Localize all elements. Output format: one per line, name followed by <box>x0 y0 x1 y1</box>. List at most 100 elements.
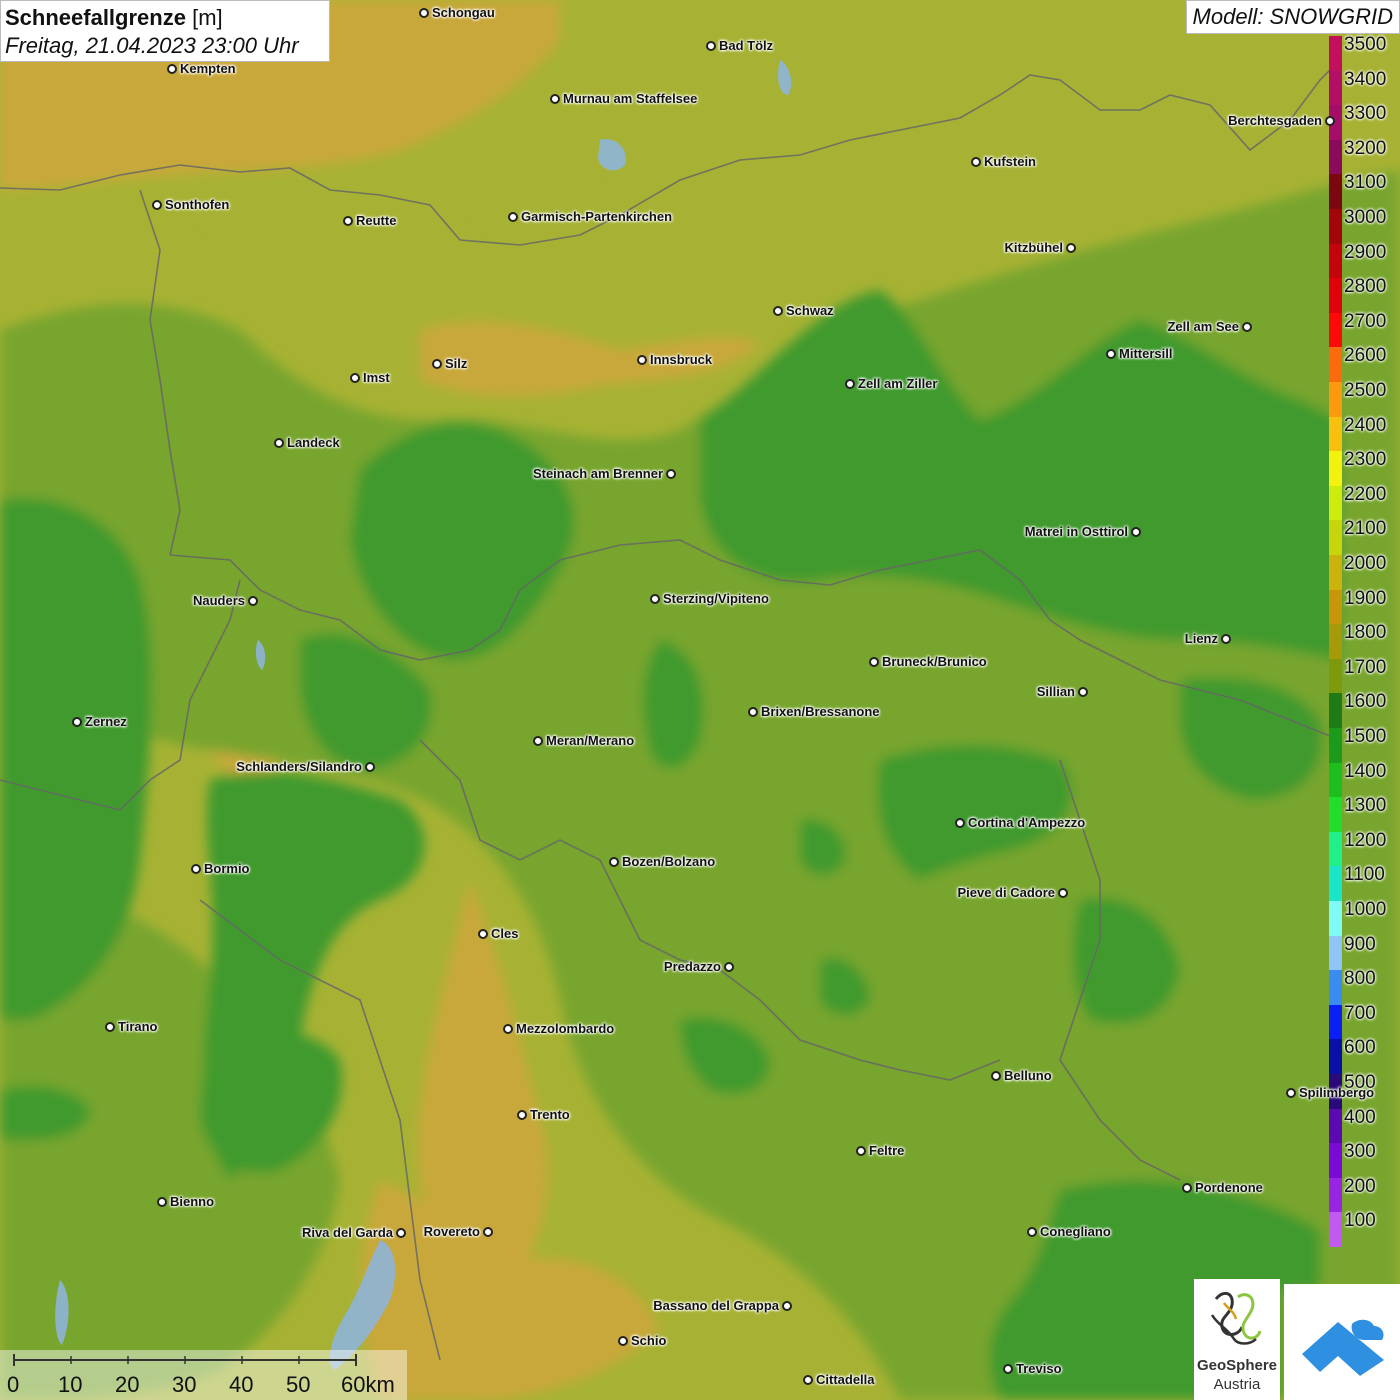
city-name: Bad Tölz <box>719 38 774 53</box>
legend-label-2000: 2000 <box>1344 553 1387 574</box>
scale-label-20: 20 <box>115 1372 140 1397</box>
city-dot-icon <box>274 438 284 448</box>
legend-swatch-1300 <box>1329 797 1342 833</box>
city-name: Schongau <box>432 5 495 20</box>
model-label: Modell: SNOWGRID <box>1185 0 1400 34</box>
city-dot-icon <box>191 864 201 874</box>
city-dot-icon <box>1066 243 1076 253</box>
legend-label-1100: 1100 <box>1344 864 1385 886</box>
legend-label-1300: 1300 <box>1344 795 1387 817</box>
city-dot-icon <box>955 818 965 828</box>
legend-label-3400: 3400 <box>1344 68 1387 90</box>
city-dot-icon <box>1106 349 1116 359</box>
title-box: Schneefallgrenze [m] Freitag, 21.04.2023… <box>0 0 330 62</box>
legend-label-2500: 2500 <box>1344 380 1387 401</box>
legend-swatch-1200 <box>1329 831 1342 867</box>
city-dot-icon <box>637 355 647 365</box>
legend-swatch-2900 <box>1329 243 1342 279</box>
scale-label-0: 0 <box>7 1372 20 1397</box>
city-dot-icon <box>350 373 360 383</box>
app-logo[interactable] <box>1284 1284 1400 1400</box>
city-dot-icon <box>343 216 353 226</box>
city-dot-icon <box>782 1301 792 1311</box>
city-dot-icon <box>550 94 560 104</box>
legend-label-2600: 2600 <box>1344 345 1387 367</box>
city-name: Mittersill <box>1119 346 1173 361</box>
legend-swatch-300 <box>1329 1143 1342 1179</box>
city-dot-icon <box>105 1022 115 1032</box>
city-name: Zell am See <box>1167 319 1239 334</box>
city-dot-icon <box>419 8 429 18</box>
geosphere-line1: GeoSphere <box>1196 1357 1278 1374</box>
city-name: Predazzo <box>663 959 721 974</box>
city-name: Belluno <box>1004 1068 1052 1083</box>
legend-label-3200: 3200 <box>1344 137 1387 159</box>
legend-label-300: 300 <box>1344 1141 1376 1163</box>
city-dot-icon <box>803 1375 813 1385</box>
city-dot-icon <box>1286 1088 1296 1098</box>
city-dot-icon <box>706 41 716 51</box>
city-name: Zernez <box>85 714 127 729</box>
city-name: Meran/Merano <box>546 733 635 748</box>
legend-swatch-2300 <box>1329 451 1342 487</box>
legend-label-900: 900 <box>1344 933 1376 955</box>
city-dot-icon <box>1325 116 1335 126</box>
city-dot-icon <box>432 359 442 369</box>
city-dot-icon <box>1078 687 1088 697</box>
scale-label-50: 50 <box>286 1372 311 1397</box>
city-name: Silz <box>445 356 468 371</box>
legend-label-2100: 2100 <box>1344 518 1387 540</box>
city-name: Imst <box>363 370 390 385</box>
city-name: Innsbruck <box>650 352 713 367</box>
legend-swatch-3000 <box>1329 209 1342 245</box>
legend-swatch-2700 <box>1329 312 1342 348</box>
geosphere-logo[interactable]: GeoSphere Austria <box>1194 1279 1280 1400</box>
legend-swatch-1000 <box>1329 901 1342 937</box>
legend-label-1200: 1200 <box>1344 829 1387 851</box>
legend-swatch-100 <box>1329 1212 1342 1248</box>
city-dot-icon <box>650 594 660 604</box>
city-name: Brixen/Bressanone <box>761 704 880 719</box>
city-name: Kitzbühel <box>1004 240 1064 255</box>
city-name: Sillian <box>1036 684 1075 699</box>
legend-swatch-1800 <box>1329 624 1342 660</box>
geosphere-line2: Austria <box>1213 1376 1261 1393</box>
city-dot-icon <box>1182 1183 1192 1193</box>
legend-swatch-700 <box>1329 1004 1342 1040</box>
city-name: Murnau am Staffelsee <box>563 91 698 106</box>
legend-swatch-2200 <box>1329 485 1342 521</box>
city-name: Cles <box>491 926 519 941</box>
city-name: Lienz <box>1184 631 1218 646</box>
legend-swatch-1500 <box>1329 728 1342 764</box>
city-dot-icon <box>478 929 488 939</box>
city-name: Spilimbergo <box>1299 1085 1375 1100</box>
legend-label-2300: 2300 <box>1344 449 1387 471</box>
city-dot-icon <box>508 212 518 222</box>
legend-label-2900: 2900 <box>1344 241 1387 263</box>
city-dot-icon <box>869 657 879 667</box>
legend-swatch-400 <box>1329 1108 1342 1144</box>
legend-label-800: 800 <box>1344 968 1376 990</box>
city-name: Tirano <box>118 1019 158 1034</box>
legend-label-1600: 1600 <box>1344 691 1387 713</box>
city-name: Steinach am Brenner <box>532 466 663 481</box>
city-dot-icon <box>533 736 543 746</box>
city-name: Riva del Garda <box>301 1225 393 1240</box>
legend-swatch-3100 <box>1329 174 1342 210</box>
legend-swatch-3200 <box>1329 139 1342 175</box>
legend-label-3500: 3500 <box>1344 34 1387 55</box>
city-name: Nauders <box>192 593 245 608</box>
city-dot-icon <box>609 857 619 867</box>
legend-swatch-2000 <box>1329 555 1342 591</box>
city-name: Sterzing/Vipiteno <box>663 591 769 606</box>
city-name: Reutte <box>356 213 397 228</box>
city-name: Rovereto <box>423 1224 480 1239</box>
legend-label-3300: 3300 <box>1344 103 1387 125</box>
legend-swatch-200 <box>1329 1177 1342 1213</box>
city-dot-icon <box>503 1024 513 1034</box>
legend-swatch-800 <box>1329 970 1342 1006</box>
city-dot-icon <box>991 1071 1001 1081</box>
city-dot-icon <box>152 200 162 210</box>
legend-label-2200: 2200 <box>1344 483 1387 505</box>
legend-swatch-1700 <box>1329 658 1342 694</box>
